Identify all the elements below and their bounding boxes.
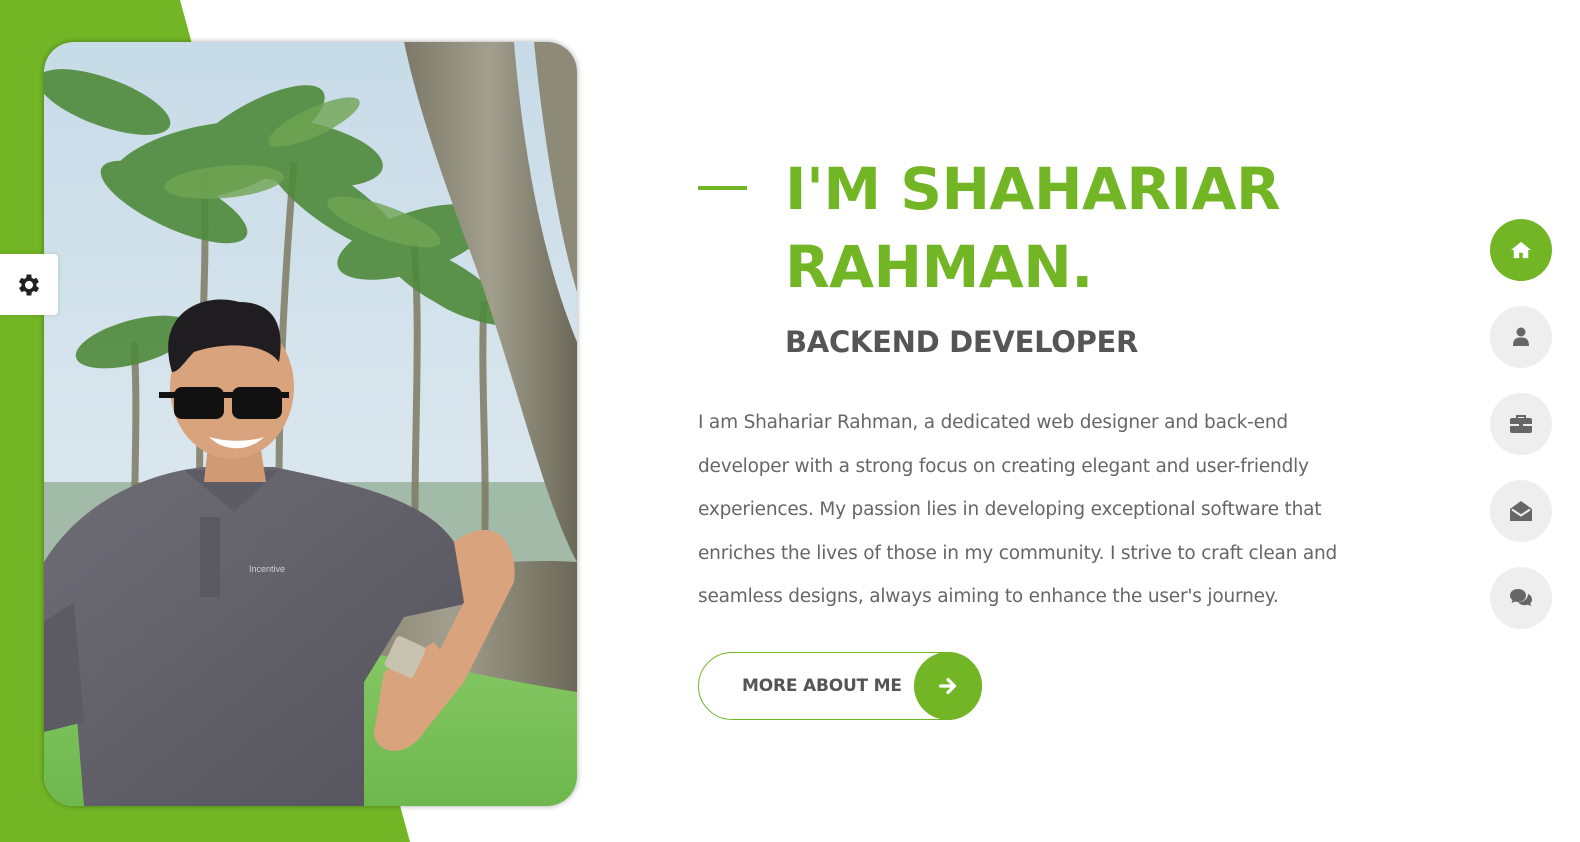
nav-portfolio-button[interactable] [1490,393,1552,455]
comments-icon [1510,589,1532,606]
nav-about-button[interactable] [1490,306,1552,368]
arrow-right-icon [914,652,982,720]
home-icon [1511,241,1531,259]
title-accent-line [698,186,747,190]
nav-contact-button[interactable] [1490,480,1552,542]
user-icon [1513,327,1529,346]
shirt-logo: Incentive [249,564,285,574]
hero-bio: I am Shahariar Rahman, a dedicated web d… [698,412,1338,608]
briefcase-icon [1510,415,1532,433]
hero-title: I'M SHAHARIAR RAHMAN. [785,155,1281,301]
profile-photo: Incentive [44,42,577,806]
envelope-open-icon [1510,501,1532,521]
settings-button[interactable] [0,254,58,315]
hero-subtitle: BACKEND DEVELOPER [785,325,1139,359]
hero-section: Incentive I'M SHAHARIAR RAHMAN. BACKEND … [0,0,1580,842]
nav-home-button[interactable] [1490,219,1552,281]
more-about-me-button[interactable]: MORE ABOUT ME [698,652,982,720]
more-about-me-label: MORE ABOUT ME [742,676,902,696]
gear-icon [18,274,40,295]
nav-blog-button[interactable] [1490,567,1552,629]
